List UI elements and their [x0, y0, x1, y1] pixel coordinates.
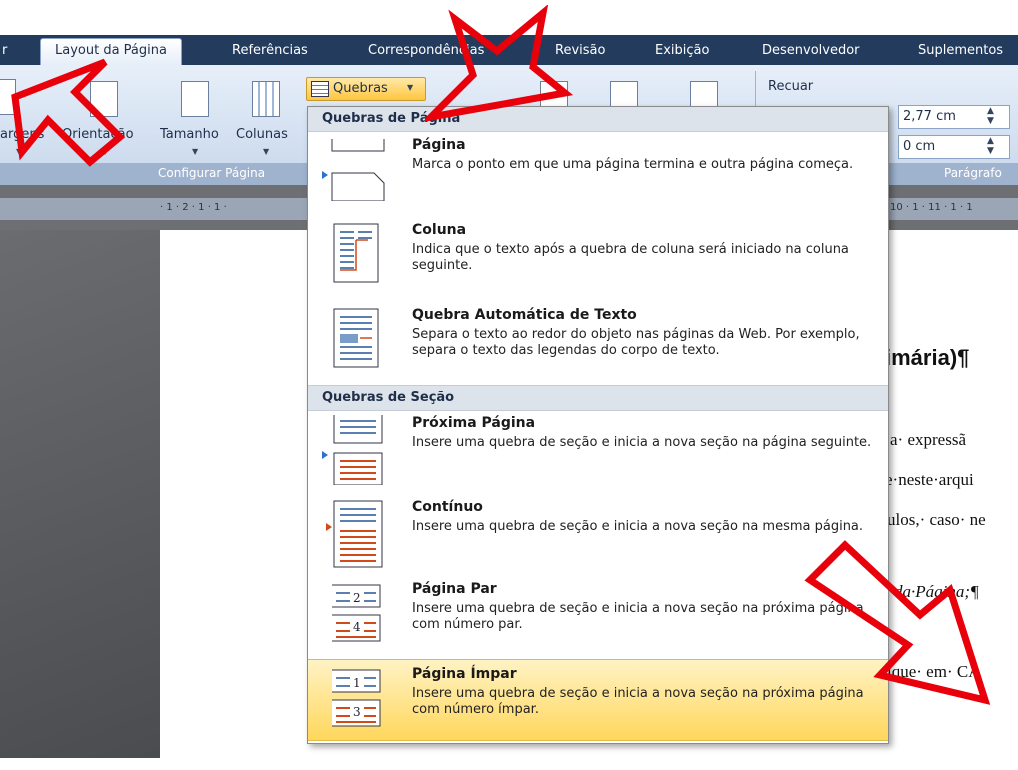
ruler-right-ticks: 10 · 1 · 11 · 1 · 1	[890, 202, 973, 213]
page-break-desc: Marca o ponto em que uma página termina …	[412, 157, 854, 172]
doc-line: e·neste·arqui	[885, 470, 974, 489]
odd-bottom-number: 3	[353, 705, 361, 719]
indent-left-value: 2,77 cm	[903, 109, 956, 124]
even-page-icon: 2 4	[332, 584, 381, 642]
indent-right-input[interactable]: 0 cm ▲ ▼	[898, 135, 1010, 159]
tab-add-ins[interactable]: Suplementos	[918, 43, 1003, 58]
indent-left-input[interactable]: 2,77 cm ▲ ▼	[898, 105, 1010, 129]
column-break-title: Coluna	[412, 222, 467, 238]
spinner-icon[interactable]: ▲ ▼	[987, 136, 994, 156]
section-header-section-breaks: Quebras de Seção	[308, 385, 888, 411]
breaks-label: Quebras	[333, 81, 388, 96]
even-bottom-number: 4	[353, 620, 361, 634]
columns-icon[interactable]	[252, 81, 280, 117]
page-size-icon[interactable]	[181, 81, 209, 117]
annotation-arrow-icon	[804, 540, 991, 705]
menu-item-page-break[interactable]: Página Marca o ponto em que uma página t…	[308, 137, 888, 203]
menu-item-next-page[interactable]: Próxima Página Insere uma quebra de seçã…	[308, 415, 888, 493]
menu-item-column-break[interactable]: Coluna Indica que o texto após a quebra …	[308, 222, 888, 288]
section-header-page-breaks: Quebras de Página	[308, 107, 888, 132]
doc-heading: imária)¶	[885, 345, 970, 370]
odd-top-number: 1	[353, 676, 361, 690]
annotation-arrow-icon	[425, 5, 574, 122]
indent-right-value: 0 cm	[903, 139, 936, 154]
odd-page-title: Página Ímpar	[412, 666, 517, 682]
text-wrapping-icon	[333, 308, 379, 368]
spinner-icon[interactable]: ▲ ▼	[987, 106, 994, 126]
column-break-desc: Indica que o texto após a quebra de colu…	[412, 242, 849, 273]
page-break-icon	[322, 139, 385, 201]
doc-line: a· expressã	[890, 430, 966, 449]
ruler-left-ticks: · 1 · 2 · 1 · 1 ·	[160, 202, 227, 213]
continuous-desc: Insere uma quebra de seção e inicia a no…	[412, 519, 864, 534]
page-break-title: Página	[412, 137, 466, 153]
continuous-icon	[326, 500, 383, 568]
text-wrapping-desc: Separa o texto ao redor do objeto nas pá…	[412, 327, 860, 358]
next-page-icon	[322, 415, 383, 485]
annotation-arrow-icon	[11, 58, 126, 167]
next-page-title: Próxima Página	[412, 415, 536, 431]
chevron-down-icon: ▼	[192, 147, 199, 156]
column-break-icon	[333, 223, 379, 283]
even-top-number: 2	[353, 591, 361, 605]
doc-line: ulos,· caso· ne	[887, 510, 986, 529]
text-wrapping-title: Quebra Automática de Texto	[412, 307, 637, 323]
breaks-button[interactable]: Quebras ▼	[306, 77, 426, 101]
breaks-icon	[311, 81, 329, 97]
tab-view[interactable]: Exibição	[655, 43, 709, 58]
even-page-title: Página Par	[412, 581, 497, 597]
odd-page-icon: 1 3	[332, 669, 381, 727]
chevron-down-icon: ▼	[407, 83, 414, 92]
indent-label: Recuar	[768, 79, 814, 94]
tab-developer[interactable]: Desenvolvedor	[762, 43, 860, 58]
group-page-setup-label: Configurar Página	[158, 166, 266, 180]
dark-margin-shape	[0, 230, 160, 758]
continuous-title: Contínuo	[412, 499, 483, 515]
next-page-desc: Insere uma quebra de seção e inicia a no…	[412, 435, 872, 450]
columns-label[interactable]: Colunas	[236, 127, 288, 142]
menu-item-text-wrapping[interactable]: Quebra Automática de Texto Separa o text…	[308, 307, 888, 373]
group-paragraph-label: Parágrafo	[944, 166, 1002, 180]
size-label[interactable]: Tamanho	[160, 127, 219, 142]
chevron-down-icon: ▼	[263, 147, 270, 156]
tab-references[interactable]: Referências	[232, 43, 308, 58]
